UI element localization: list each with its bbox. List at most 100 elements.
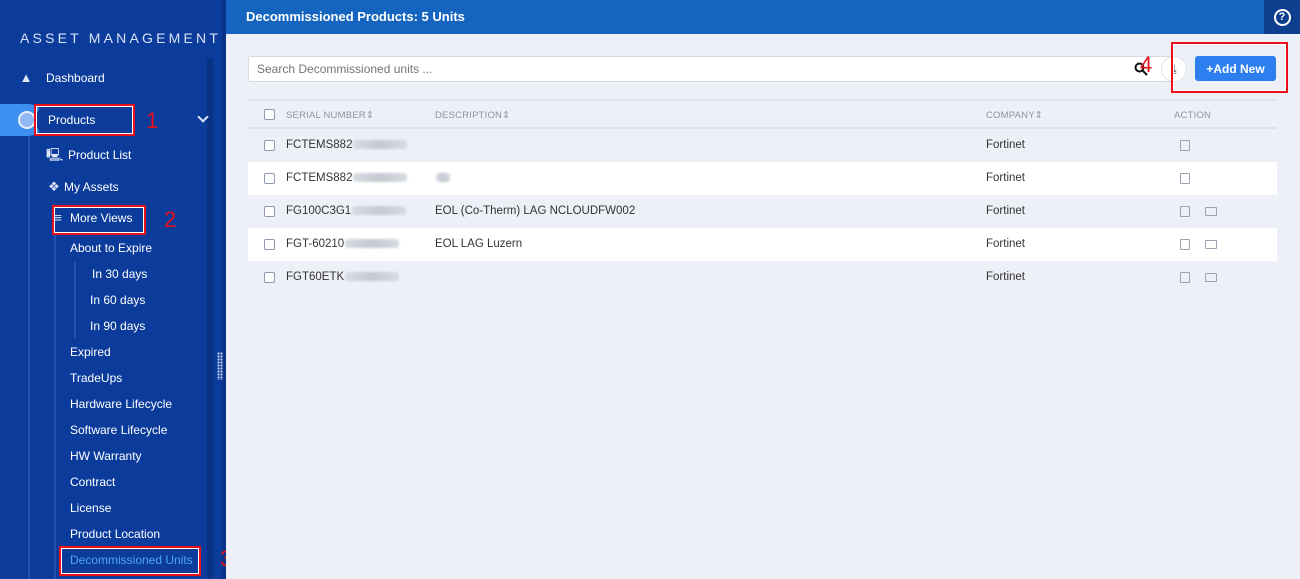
sidebar-scrollbar[interactable]: [207, 58, 213, 579]
sidebar-item-label: About to Expire: [70, 241, 153, 255]
serial-cell: FGT60ETK: [286, 271, 400, 283]
company-cell: Fortinet: [986, 238, 1025, 250]
sort-icon: ⇕: [365, 110, 375, 121]
tree-line: [54, 232, 56, 579]
sidebar-item-in-30-days[interactable]: In 30 days: [92, 267, 147, 281]
device-icon[interactable]: [1205, 240, 1217, 249]
table-header: SERIAL NUMBER⇕ DESCRIPTION⇕ COMPANY⇕ ACT…: [248, 99, 1277, 129]
sidebar-item-label: Product Location: [70, 527, 161, 541]
annotation-number-2: 2: [164, 207, 177, 232]
device-icon[interactable]: [1205, 273, 1217, 282]
sidebar-item-label: Hardware Lifecycle: [70, 397, 173, 411]
sidebar-item-in-90-days[interactable]: In 90 days: [90, 319, 145, 333]
column-header-action: ACTION: [1174, 110, 1212, 121]
clipboard-icon[interactable]: [1180, 140, 1190, 151]
sidebar-resize-handle[interactable]: [217, 352, 223, 380]
column-header-company[interactable]: COMPANY⇕: [986, 110, 1043, 121]
sidebar-item-in-60-days[interactable]: In 60 days: [90, 293, 145, 307]
table-row[interactable]: FGT-60210 EOL LAG Luzern Fortinet: [248, 228, 1277, 261]
sidebar-item-label: TradeUps: [70, 371, 123, 385]
monitor-chart-icon: 🖳: [46, 147, 64, 162]
sort-icon: ⇕: [502, 110, 511, 121]
tree-line: [74, 262, 76, 338]
device-icon[interactable]: [1205, 207, 1217, 216]
sidebar-item-label: Dashboard: [46, 71, 105, 85]
sidebar-item-tradeups[interactable]: TradeUps: [70, 371, 122, 385]
column-header-description[interactable]: DESCRIPTION⇕: [435, 110, 510, 121]
table-row[interactable]: FCTEMS882 Fortinet: [248, 129, 1277, 162]
help-button[interactable]: ?: [1264, 0, 1300, 34]
row-checkbox[interactable]: [264, 140, 275, 151]
annotation-box-1: [34, 104, 135, 136]
row-checkbox[interactable]: [264, 206, 275, 217]
description-cell: [435, 172, 450, 184]
decommissioned-table: SERIAL NUMBER⇕ DESCRIPTION⇕ COMPANY⇕ ACT…: [248, 99, 1277, 294]
sidebar-item-product-location[interactable]: Product Location: [70, 527, 160, 541]
sidebar-item-label: License: [70, 501, 112, 515]
clipboard-icon[interactable]: [1180, 239, 1190, 250]
redacted-text: [345, 239, 400, 249]
sidebar-item-expired[interactable]: Expired: [70, 345, 111, 359]
column-header-serial[interactable]: SERIAL NUMBER⇕: [286, 110, 374, 121]
dashboard-gauge-icon: ▲: [19, 70, 33, 85]
description-cell: EOL LAG Luzern: [435, 238, 523, 250]
row-checkbox[interactable]: [264, 173, 275, 184]
sidebar-item-hardware-lifecycle[interactable]: Hardware Lifecycle: [70, 397, 172, 411]
page-header: Decommissioned Products: 5 Units ?: [226, 0, 1300, 34]
redacted-text: [353, 173, 408, 183]
serial-number: FCTEMS882: [286, 172, 353, 184]
sidebar-item-label: My Assets: [64, 180, 119, 194]
sidebar-item-label: HW Warranty: [70, 449, 142, 463]
column-label: SERIAL NUMBER: [286, 110, 366, 121]
sort-icon: ⇕: [1034, 110, 1043, 121]
sidebar: ASSET MANAGEMENT ▲ Dashboard Products 🖳 …: [0, 0, 226, 579]
redacted-text: [353, 140, 408, 150]
serial-cell: FCTEMS882: [286, 139, 408, 151]
assets-add-icon: ❖: [48, 179, 60, 194]
sidebar-item-label: In 60 days: [90, 293, 146, 307]
sidebar-item-label: Expired: [70, 345, 111, 359]
tree-line: [28, 136, 30, 579]
sidebar-item-software-lifecycle[interactable]: Software Lifecycle: [70, 423, 167, 437]
serial-cell: FG100C3G1: [286, 205, 407, 217]
sidebar-item-hw-warranty[interactable]: HW Warranty: [70, 449, 142, 463]
sidebar-item-dashboard[interactable]: ▲ Dashboard: [18, 70, 105, 86]
clipboard-icon[interactable]: [1180, 272, 1190, 283]
sidebar-item-product-list[interactable]: 🖳 Product List: [46, 147, 132, 163]
column-label: COMPANY: [986, 110, 1035, 121]
serial-number: FGT-60210: [286, 238, 345, 250]
sidebar-item-label: In 90 days: [90, 319, 146, 333]
annotation-box-2: [52, 205, 146, 235]
sidebar-item-label: Contract: [70, 475, 116, 489]
clipboard-icon[interactable]: [1180, 173, 1190, 184]
sidebar-item-label: In 30 days: [92, 267, 148, 281]
serial-number: FCTEMS882: [286, 139, 353, 151]
select-all-checkbox[interactable]: [264, 109, 275, 120]
company-cell: Fortinet: [986, 271, 1025, 283]
sidebar-item-license[interactable]: License: [70, 501, 111, 515]
sidebar-item-label: Product List: [68, 148, 132, 162]
row-checkbox[interactable]: [264, 272, 275, 283]
table-row[interactable]: FCTEMS882 Fortinet: [248, 162, 1277, 195]
table-row[interactable]: FG100C3G1 EOL (Co-Therm) LAG NCLOUDFW002…: [248, 195, 1277, 228]
column-label: DESCRIPTION: [435, 110, 503, 121]
annotation-box-4: [1171, 42, 1288, 93]
redacted-text: [436, 173, 450, 183]
serial-number: FGT60ETK: [286, 271, 345, 283]
serial-number: FG100C3G1: [286, 205, 352, 217]
serial-cell: FGT-60210: [286, 238, 400, 250]
row-checkbox[interactable]: [264, 239, 275, 250]
annotation-number-4: 4: [1140, 52, 1153, 77]
sidebar-title: ASSET MANAGEMENT: [20, 30, 222, 46]
search-input[interactable]: [248, 56, 1174, 82]
table-row[interactable]: FGT60ETK Fortinet: [248, 261, 1277, 294]
clipboard-icon[interactable]: [1180, 206, 1190, 217]
sidebar-item-label: Software Lifecycle: [70, 423, 168, 437]
main-content: 4 ⤓ +Add New SERIAL NUMBER⇕ DESCRIPTION⇕…: [226, 34, 1300, 579]
sidebar-item-about-to-expire[interactable]: About to Expire: [70, 241, 152, 255]
company-cell: Fortinet: [986, 139, 1025, 151]
help-icon: ?: [1273, 8, 1291, 26]
sidebar-item-my-assets[interactable]: ❖ My Assets: [46, 179, 119, 195]
sidebar-item-contract[interactable]: Contract: [70, 475, 115, 489]
serial-cell: FCTEMS882: [286, 172, 408, 184]
